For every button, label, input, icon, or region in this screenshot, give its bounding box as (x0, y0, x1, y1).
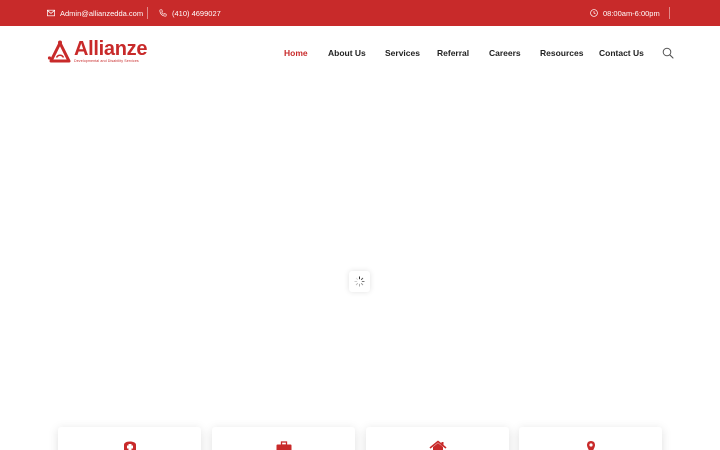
location-pin-icon (586, 441, 595, 450)
nav-item-referral[interactable]: Referral (437, 48, 469, 58)
feature-card-nursing[interactable] (58, 427, 201, 450)
briefcase-icon (276, 441, 291, 450)
hours-text: 08:00am-6:00pm (603, 8, 660, 18)
envelope-icon (47, 9, 55, 17)
nav-item-careers[interactable]: Careers (489, 48, 521, 58)
page-loader (349, 271, 370, 292)
email-text: Admin@allianzedda.com (60, 8, 144, 18)
clock-icon (590, 9, 598, 17)
nav-item-about-us[interactable]: About Us (328, 48, 366, 58)
feature-card-services[interactable] (212, 427, 355, 450)
nav-item-resources[interactable]: Resources (540, 48, 583, 58)
nurse-cap-icon (123, 441, 136, 450)
office-hours: 08:00am-6:00pm (590, 0, 660, 26)
phone-text: (410) 4699027 (172, 8, 221, 18)
contact-phone[interactable]: (410) 4699027 (159, 0, 221, 26)
feature-card-home[interactable] (366, 427, 509, 450)
contact-email[interactable]: Admin@allianzedda.com (47, 0, 143, 26)
divider (147, 7, 148, 19)
nav-item-contact-us[interactable]: Contact Us (599, 48, 644, 58)
search-icon[interactable] (662, 47, 674, 59)
feature-card-location[interactable] (519, 427, 662, 450)
main-nav: Home About Us Services Referral Careers … (0, 26, 720, 82)
spinner-icon (354, 276, 365, 287)
nav-item-home[interactable]: Home (284, 48, 308, 58)
divider (669, 7, 670, 19)
site-header: Allianze Developmental and Disability Se… (0, 26, 720, 82)
phone-icon (159, 9, 167, 17)
top-bar: Admin@allianzedda.com (410) 4699027 08:0… (0, 0, 720, 26)
nav-item-services[interactable]: Services (385, 48, 420, 58)
home-icon (428, 440, 447, 450)
